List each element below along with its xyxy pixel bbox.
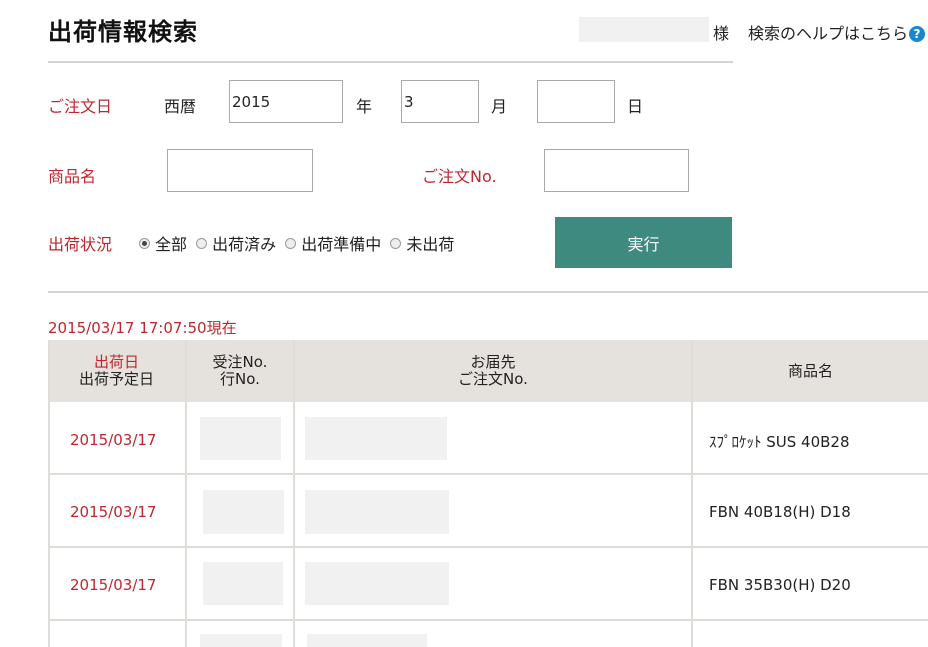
header-line-no: 行No. [220,370,260,388]
shipping-status-label: 出荷状況 [48,235,113,254]
user-name-redacted [579,17,709,42]
order-no-redacted [200,634,282,647]
help-link[interactable]: 検索のヘルプはこちら? [748,20,926,44]
status-option-unshipped[interactable]: 未出荷 [390,231,454,255]
destination-redacted [305,417,447,460]
month-suffix: 月 [491,97,508,116]
order-no-label: ご注文No. [422,167,497,186]
header-ship-date: 出荷日 [93,353,139,371]
shipping-status-radio-group: 全部 出荷済み 出荷準備中 未出荷 [139,231,458,255]
column-header-product: 商品名 [693,340,928,402]
header-product-name: 商品名 [787,361,833,380]
ship-date-cell: 2015/03/17 [70,503,157,521]
page-title: 出荷情報検索 [48,18,198,46]
divider [48,61,733,63]
results-timestamp: 2015/03/17 17:07:50現在 [48,319,237,337]
day-suffix: 日 [627,97,644,116]
divider [48,291,928,293]
era-label: 西暦 [164,97,197,116]
header-customer-order-no: ご注文No. [458,370,528,388]
radio-icon[interactable] [390,237,402,249]
product-name-cell: FBN 35B30(H) D20 [709,576,851,594]
order-no-redacted [200,417,281,460]
column-header-order-no: 受注No. 行No. [187,340,293,402]
status-option-label: 未出荷 [406,235,455,254]
header-received-order-no: 受注No. [212,353,268,371]
column-header-destination: お届先 ご注文No. [295,340,691,402]
status-option-all[interactable]: 全部 [139,231,187,255]
order-no-redacted [203,490,284,534]
run-button[interactable]: 実行 [555,217,732,268]
status-option-label: 全部 [155,235,188,254]
radio-icon[interactable] [196,237,208,249]
destination-redacted [305,490,449,534]
order-no-redacted [203,562,283,605]
order-no-input[interactable] [544,149,689,192]
product-name-label: 商品名 [48,167,97,186]
status-option-shipped[interactable]: 出荷済み [196,231,276,255]
status-option-label: 出荷準備中 [301,235,382,254]
year-input[interactable] [229,80,343,123]
year-suffix: 年 [356,97,373,116]
product-name-input[interactable] [167,149,313,192]
help-link-label[interactable]: 検索のヘルプはこちら [748,24,908,43]
destination-redacted [307,634,427,647]
day-input[interactable] [537,80,615,123]
ship-date-cell: 2015/03/17 [70,576,157,594]
status-option-preparing[interactable]: 出荷準備中 [285,231,381,255]
header-destination: お届先 [470,353,516,371]
order-date-label: ご注文日 [48,97,113,116]
product-name-cell: FBN 40B18(H) D18 [709,503,851,521]
month-input[interactable] [401,80,479,123]
ship-date-cell: 2015/03/17 [70,431,157,449]
header-scheduled-ship-date: 出荷予定日 [78,370,154,388]
status-option-label: 出荷済み [212,235,277,254]
help-icon[interactable]: ? [909,26,926,42]
radio-icon[interactable] [285,237,297,249]
column-header-ship-date: 出荷日 出荷予定日 [48,340,185,402]
radio-selected-icon[interactable] [139,237,150,249]
honorific-label: 様 [713,24,730,43]
destination-redacted [305,562,449,605]
results-table: 出荷日 出荷予定日 受注No. 行No. お届先 ご注文No. 商品名 2015… [48,340,928,647]
product-name-cell: ｽﾌﾟﾛｹｯﾄ SUS 40B28 [709,433,850,451]
